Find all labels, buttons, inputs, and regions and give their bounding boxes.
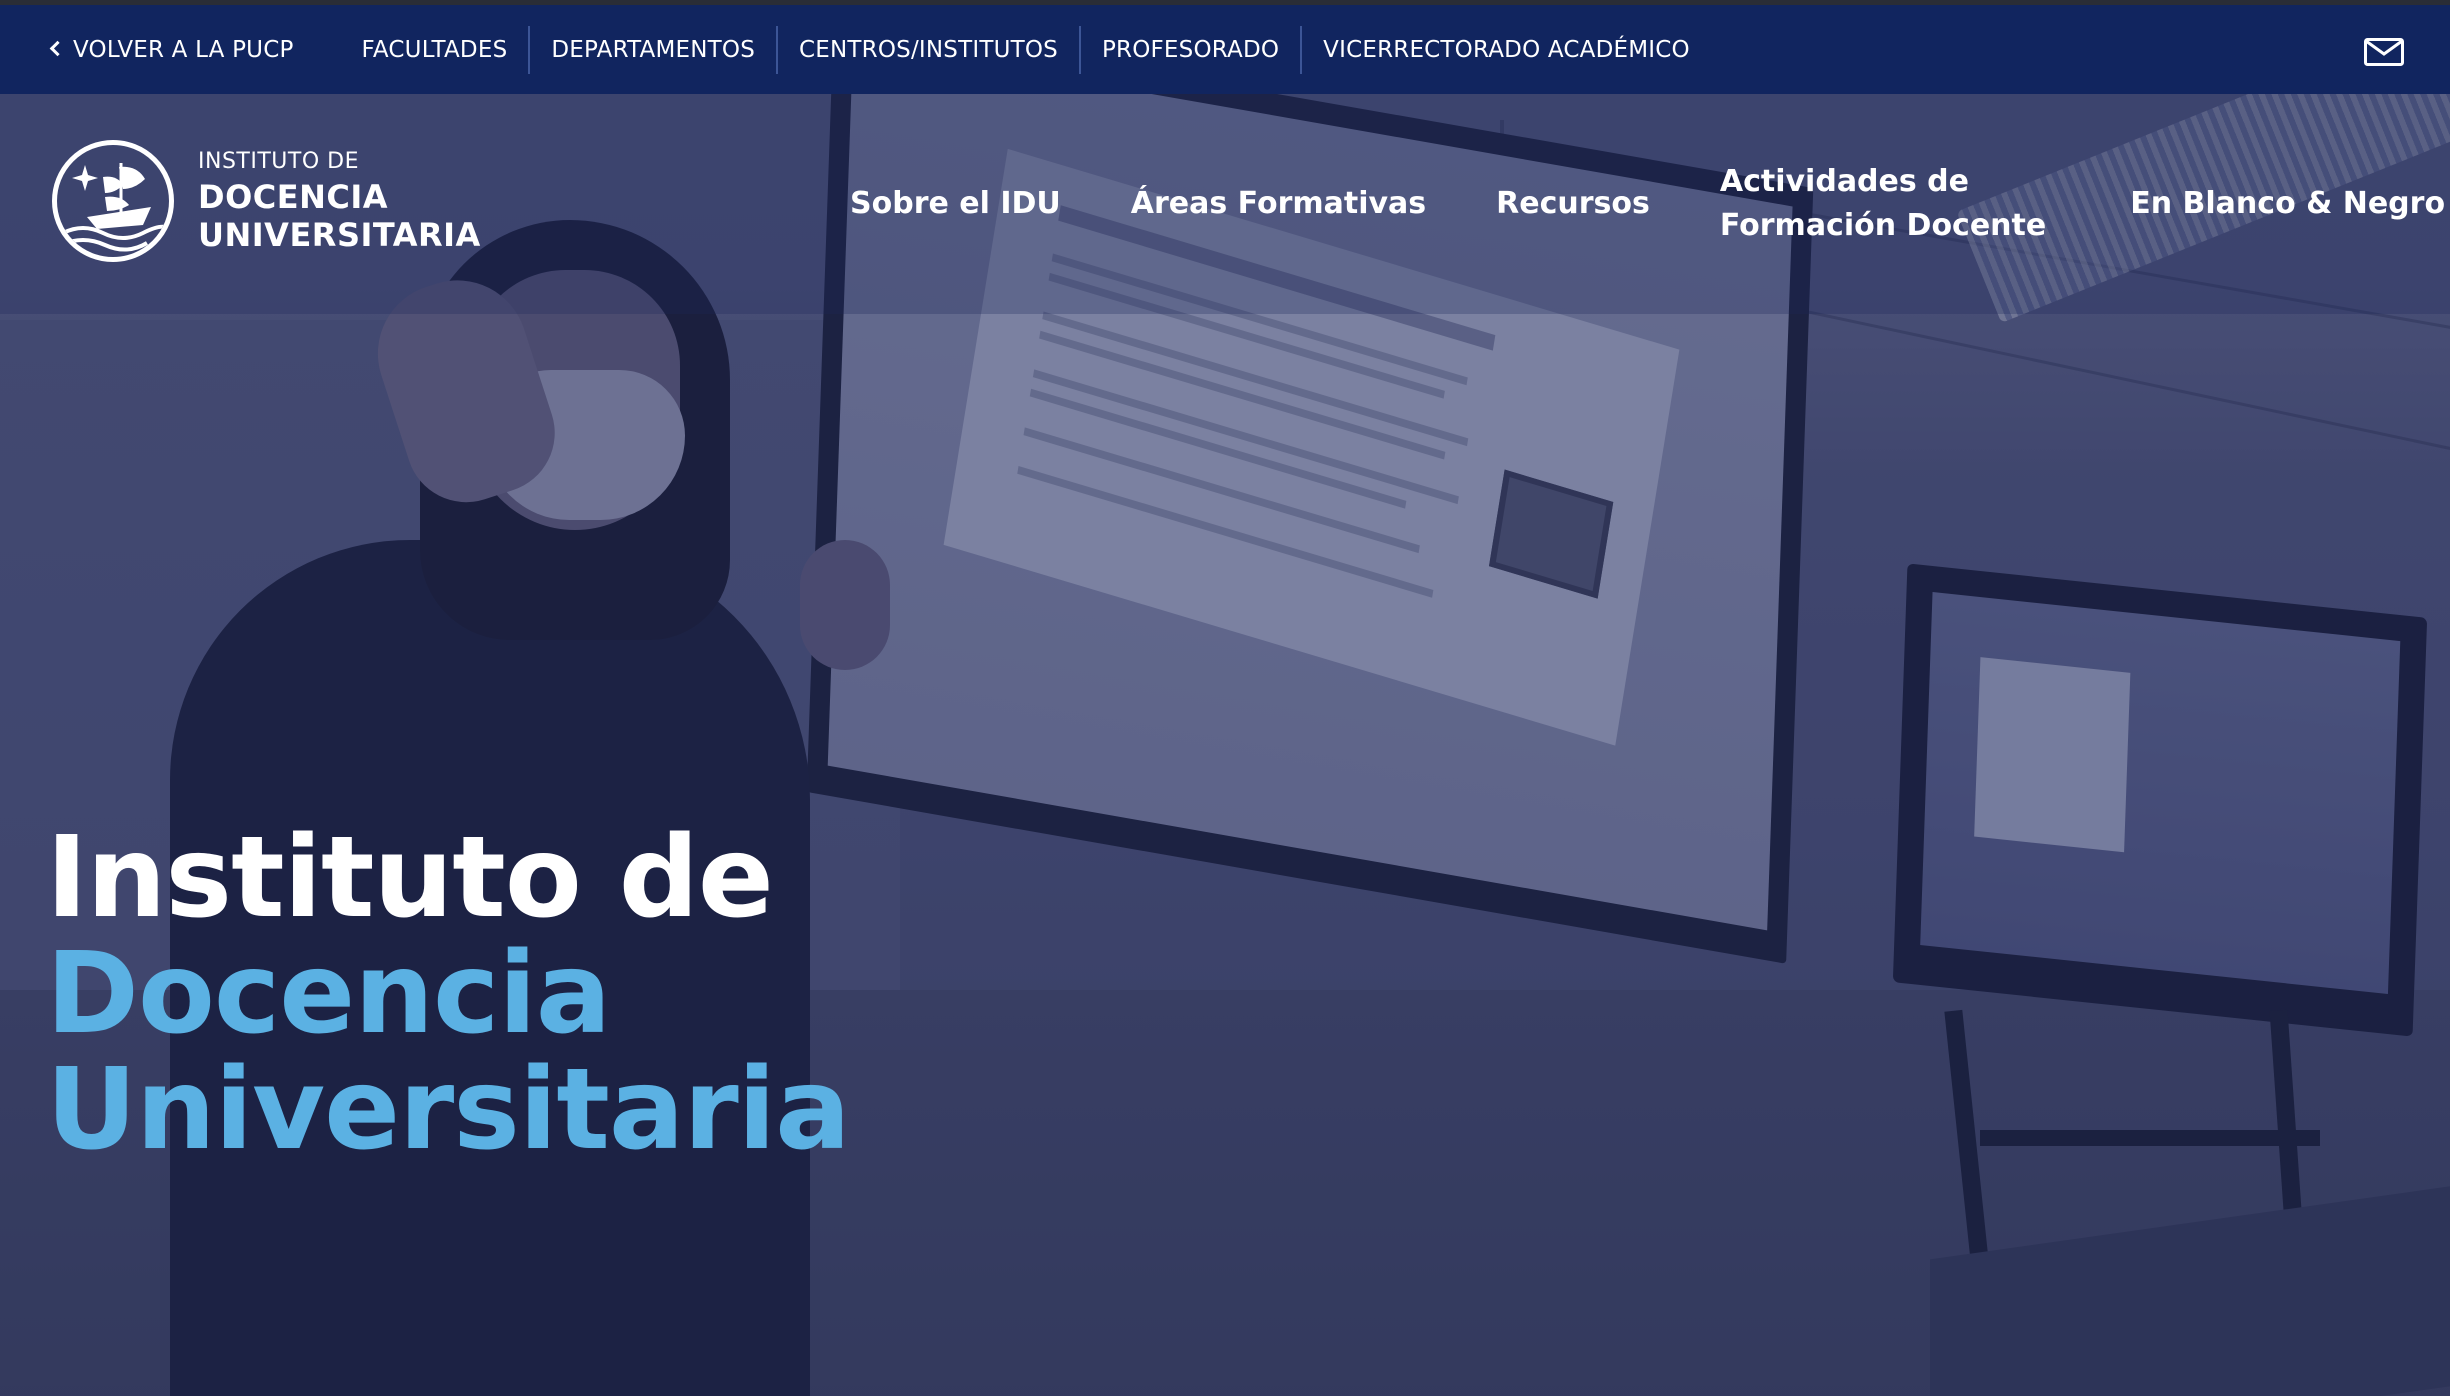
logo-wordmark: INSTITUTO DE DOCENCIA UNIVERSITARIA bbox=[198, 149, 481, 254]
back-to-pucp-label: VOLVER A LA PUCP bbox=[73, 36, 294, 63]
nav-item-en-blanco-y-negro[interactable]: En Blanco & Negro bbox=[2130, 182, 2445, 226]
chevron-left-icon bbox=[49, 40, 66, 57]
idu-logo[interactable]: INSTITUTO DE DOCENCIA UNIVERSITARIA bbox=[52, 140, 481, 262]
main-header: INSTITUTO DE DOCENCIA UNIVERSITARIA Sobr… bbox=[0, 94, 2450, 314]
logo-line-docencia: DOCENCIA bbox=[198, 177, 389, 216]
logo-line-instituto: INSTITUTO DE bbox=[198, 148, 359, 174]
utility-link-profesorado[interactable]: PROFESORADO bbox=[1078, 25, 1300, 74]
utility-nav: FACULTADES DEPARTAMENTOS CENTROS/INSTITU… bbox=[362, 25, 1711, 74]
ship-logo-icon bbox=[52, 140, 174, 262]
nav-item-sobre-el-idu[interactable]: Sobre el IDU bbox=[850, 182, 1061, 226]
page: VOLVER A LA PUCP FACULTADES DEPARTAMENTO… bbox=[0, 0, 2450, 1396]
main-nav: Sobre el IDU Áreas Formativas Recursos A… bbox=[850, 94, 2445, 314]
hero-title-line1: Instituto de bbox=[46, 813, 774, 943]
utility-link-departamentos[interactable]: DEPARTAMENTOS bbox=[528, 25, 776, 74]
nav-item-actividades-line1: Actividades de bbox=[1719, 164, 1970, 199]
utility-link-vicerrectorado[interactable]: VICERRECTORADO ACADÉMICO bbox=[1300, 25, 1711, 74]
hero-title-line3: Universitaria bbox=[46, 1045, 851, 1175]
utility-link-facultades[interactable]: FACULTADES bbox=[362, 26, 529, 74]
nav-item-recursos[interactable]: Recursos bbox=[1496, 182, 1650, 226]
hero-title: Instituto de Docencia Universitaria bbox=[46, 813, 851, 1175]
back-to-pucp-link[interactable]: VOLVER A LA PUCP bbox=[49, 36, 294, 63]
mail-icon[interactable] bbox=[2364, 38, 2404, 66]
hero-title-line2: Docencia bbox=[46, 929, 611, 1059]
utility-link-centros-institutos[interactable]: CENTROS/INSTITUTOS bbox=[776, 25, 1079, 74]
nav-item-actividades-line2: Formación Docente bbox=[1719, 208, 2047, 243]
nav-item-actividades-formacion-docente[interactable]: Actividades de Formación Docente bbox=[1720, 160, 2046, 248]
utility-bar: VOLVER A LA PUCP FACULTADES DEPARTAMENTO… bbox=[0, 0, 2450, 94]
nav-item-areas-formativas[interactable]: Áreas Formativas bbox=[1131, 182, 1426, 226]
logo-line-universitaria: UNIVERSITARIA bbox=[198, 215, 481, 254]
